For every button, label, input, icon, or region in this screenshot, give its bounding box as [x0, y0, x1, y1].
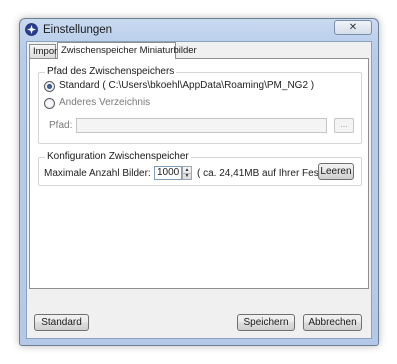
max-images-label: Maximale Anzahl Bilder:: [44, 168, 151, 179]
group-title-config: Konfiguration Zwischenspeicher: [45, 151, 191, 162]
save-button[interactable]: Speichern: [237, 314, 295, 331]
cache-path-group: Pfad des Zwischenspeichers Standard ( C:…: [38, 66, 362, 144]
app-logo-icon: [25, 23, 38, 36]
radio-standard-label: Standard ( C:\Users\bkoehl\AppData\Roami…: [59, 80, 315, 91]
max-images-stepper[interactable]: ▲ ▼: [182, 166, 192, 180]
radio-other-row[interactable]: Anderes Verzeichnis: [44, 97, 150, 109]
dialog-content: Import Zwischenspeicher Miniaturbilder P…: [26, 41, 372, 339]
group-title-path: Pfad des Zwischenspeichers: [45, 66, 177, 77]
path-label: Pfad:: [49, 120, 73, 131]
cancel-button[interactable]: Abbrechen: [303, 314, 362, 331]
clear-cache-button[interactable]: Leeren: [318, 163, 354, 180]
browse-button[interactable]: ...: [334, 118, 354, 133]
cache-config-group: Konfiguration Zwischenspeicher Maximale …: [38, 151, 362, 186]
close-button[interactable]: ✕: [334, 20, 372, 35]
path-input[interactable]: [76, 118, 327, 133]
title-bar[interactable]: Einstellungen ✕: [20, 19, 378, 41]
tab-panel: Pfad des Zwischenspeichers Standard ( C:…: [29, 58, 369, 289]
settings-dialog: Einstellungen ✕ Import Zwischenspeicher …: [19, 18, 379, 346]
radio-standard[interactable]: [44, 81, 55, 92]
radio-standard-row[interactable]: Standard ( C:\Users\bkoehl\AppData\Roami…: [44, 80, 314, 92]
tab-thumbnail-cache[interactable]: Zwischenspeicher Miniaturbilder: [57, 42, 197, 59]
stepper-down-icon[interactable]: ▼: [183, 173, 191, 179]
standard-button[interactable]: Standard: [34, 314, 89, 331]
max-images-input[interactable]: 1000: [154, 166, 182, 180]
close-icon: ✕: [348, 22, 358, 33]
window-title: Einstellungen: [43, 24, 113, 36]
radio-other-label: Anderes Verzeichnis: [59, 97, 151, 108]
tab-import[interactable]: Import: [29, 44, 60, 58]
radio-other-directory[interactable]: [44, 98, 55, 109]
